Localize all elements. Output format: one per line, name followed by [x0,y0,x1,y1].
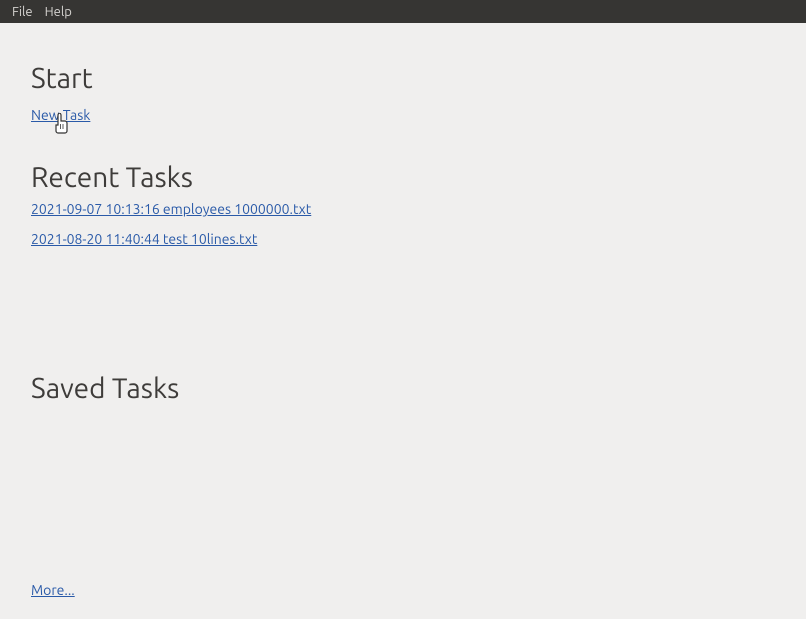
more-link[interactable]: More... [31,582,75,598]
main-content: Start New Task Recent Tasks 2021-09-07 1… [0,23,806,619]
menu-file[interactable]: File [6,5,39,19]
menubar: File Help [0,0,806,23]
recent-task-link[interactable]: 2021-09-07 10:13:16 employees 1000000.tx… [31,201,775,217]
saved-tasks-heading: Saved Tasks [31,373,775,404]
start-heading: Start [31,63,775,94]
new-task-link[interactable]: New Task [31,107,90,123]
menu-help[interactable]: Help [39,5,78,19]
recent-tasks-heading: Recent Tasks [31,162,775,193]
recent-task-link[interactable]: 2021-08-20 11:40:44 test 10lines.txt [31,231,775,247]
